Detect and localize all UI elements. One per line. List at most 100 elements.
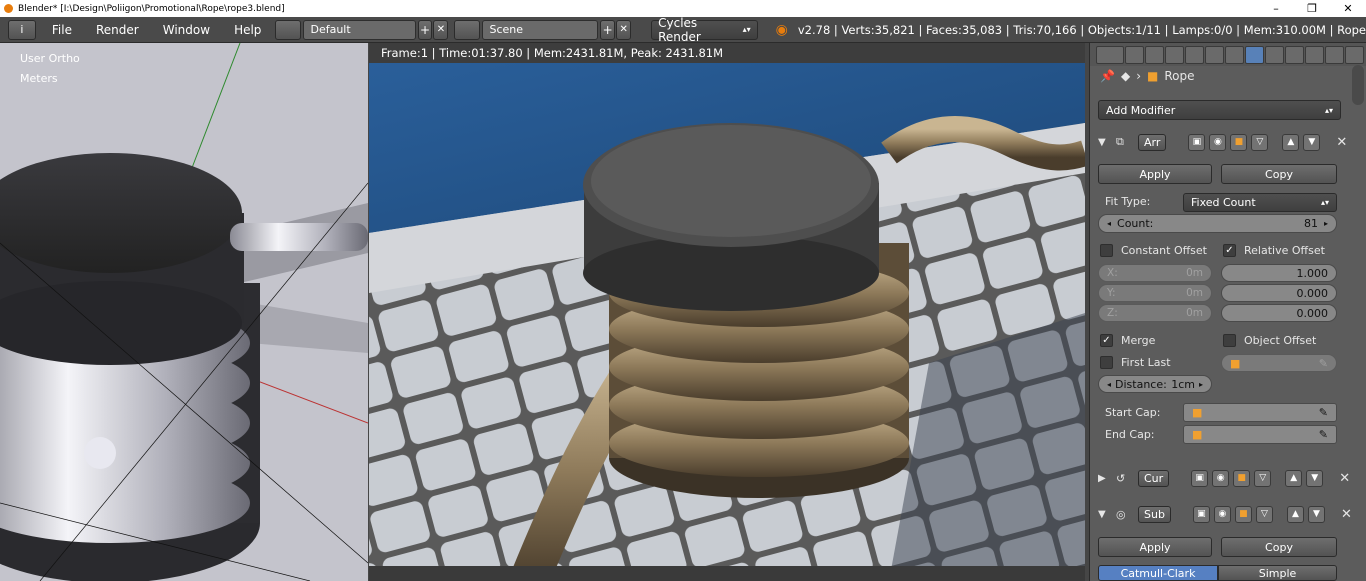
subsurf-cage-icon[interactable]: ▽ bbox=[1255, 505, 1273, 523]
subsurf-copy-button[interactable]: Copy bbox=[1221, 537, 1337, 557]
pin-icon[interactable]: 📌 bbox=[1100, 69, 1115, 83]
object-name: Rope bbox=[1164, 69, 1195, 83]
delete-layout-icon[interactable]: ✕ bbox=[433, 19, 449, 40]
editor-type-info-icon[interactable]: i bbox=[8, 19, 36, 40]
tab-modifiers-wrench-icon[interactable] bbox=[1245, 45, 1264, 64]
render-bottom-bar bbox=[369, 566, 1085, 581]
end-cap-label: End Cap: bbox=[1105, 428, 1155, 441]
array-modifier-icon: ⧉ bbox=[1116, 135, 1124, 148]
menu-render[interactable]: Render bbox=[84, 23, 151, 37]
render-info-bar: Frame:1 | Time:01:37.80 | Mem:2431.81M, … bbox=[369, 43, 1085, 63]
merge-checkbox[interactable]: ✓ Merge bbox=[1100, 334, 1155, 347]
tab-scene-icon[interactable] bbox=[1165, 45, 1184, 64]
subsurf-editmode-icon[interactable]: ■ bbox=[1234, 505, 1252, 523]
tab-data-icon[interactable] bbox=[1265, 45, 1284, 64]
collapse-subsurf-icon[interactable]: ▼ bbox=[1098, 509, 1112, 520]
array-name-field[interactable]: Arr bbox=[1138, 133, 1167, 151]
delete-scene-icon[interactable]: ✕ bbox=[616, 19, 632, 40]
constant-offset-checkbox[interactable]: Constant Offset bbox=[1100, 244, 1207, 257]
constant-offset-y-field[interactable]: Y: 0m bbox=[1098, 284, 1212, 302]
add-scene-icon[interactable]: + bbox=[600, 19, 616, 40]
subsurf-move-down-icon[interactable]: ▼ bbox=[1307, 505, 1325, 523]
tab-object-icon[interactable] bbox=[1205, 45, 1224, 64]
subsurf-name-field[interactable]: Sub bbox=[1138, 505, 1171, 523]
add-layout-icon[interactable]: + bbox=[417, 19, 433, 40]
maximize-button[interactable]: ❐ bbox=[1294, 2, 1330, 15]
tab-texture-icon[interactable] bbox=[1305, 45, 1324, 64]
close-window-button[interactable]: ✕ bbox=[1330, 2, 1366, 15]
array-editmode-icon[interactable]: ■ bbox=[1230, 133, 1248, 151]
menu-window[interactable]: Window bbox=[151, 23, 222, 37]
subsurf-apply-button[interactable]: Apply bbox=[1098, 537, 1212, 557]
subsurf-viewport-eye-icon[interactable]: ◉ bbox=[1213, 505, 1231, 523]
array-remove-icon[interactable]: ✕ bbox=[1336, 135, 1347, 150]
array-move-up-icon[interactable]: ▲ bbox=[1282, 133, 1300, 151]
window-title: Blender* [I:\Design\Poliigon\Promotional… bbox=[18, 3, 285, 14]
viewport-units-label: Meters bbox=[20, 72, 58, 85]
curve-move-down-icon[interactable]: ▼ bbox=[1306, 469, 1324, 487]
breadcrumb-arrow-icon: › bbox=[1136, 69, 1141, 83]
curve-editmode-icon[interactable]: ■ bbox=[1233, 469, 1251, 487]
end-cap-eyedropper-icon: ✎ bbox=[1318, 428, 1328, 441]
first-last-checkbox[interactable]: First Last bbox=[1100, 356, 1171, 369]
catmull-clark-toggle[interactable]: Catmull-Clark bbox=[1098, 565, 1218, 581]
curve-name-field[interactable]: Cur bbox=[1138, 469, 1170, 487]
subsurf-remove-icon[interactable]: ✕ bbox=[1341, 507, 1352, 522]
array-viewport-eye-icon[interactable]: ◉ bbox=[1209, 133, 1227, 151]
scene-icon[interactable] bbox=[454, 19, 481, 40]
constant-offset-z-field[interactable]: Z: 0m bbox=[1098, 304, 1212, 322]
tab-constraints-icon[interactable] bbox=[1225, 45, 1244, 64]
tab-particles-icon[interactable] bbox=[1325, 45, 1344, 64]
curve-render-icon[interactable]: ▣ bbox=[1191, 469, 1209, 487]
properties-scrollbar[interactable] bbox=[1352, 65, 1364, 105]
curve-remove-icon[interactable]: ✕ bbox=[1339, 471, 1350, 486]
curve-modifier-icon: ↺ bbox=[1116, 471, 1126, 485]
array-move-down-icon[interactable]: ▼ bbox=[1303, 133, 1321, 151]
relative-offset-y-field[interactable]: 0.000 bbox=[1221, 284, 1337, 302]
tab-layers-icon[interactable] bbox=[1145, 45, 1164, 64]
editor-type-properties-icon[interactable] bbox=[1096, 45, 1124, 64]
subsurf-move-up-icon[interactable]: ▲ bbox=[1286, 505, 1304, 523]
render-engine-dropdown[interactable]: Cycles Render ▴▾ bbox=[651, 16, 758, 44]
count-field[interactable]: ◂ Count: 81 ▸ bbox=[1098, 214, 1337, 233]
screen-layout-icon[interactable] bbox=[275, 19, 302, 40]
curve-viewport-eye-icon[interactable]: ◉ bbox=[1212, 469, 1230, 487]
collapse-array-icon[interactable]: ▼ bbox=[1098, 137, 1112, 148]
3d-viewport[interactable]: User Ortho Meters bbox=[0, 43, 368, 581]
merge-distance-field[interactable]: ◂ Distance: 1cm ▸ bbox=[1098, 375, 1212, 393]
menu-help[interactable]: Help bbox=[222, 23, 273, 37]
array-cage-icon[interactable]: ▽ bbox=[1251, 133, 1269, 151]
expand-curve-icon[interactable]: ▶ bbox=[1098, 473, 1112, 484]
array-copy-button[interactable]: Copy bbox=[1221, 164, 1337, 184]
tab-render-icon[interactable] bbox=[1125, 45, 1144, 64]
subsurf-render-icon[interactable]: ▣ bbox=[1192, 505, 1210, 523]
relative-offset-checkbox[interactable]: ✓ Relative Offset bbox=[1223, 244, 1325, 257]
scene-field[interactable]: Scene bbox=[482, 19, 599, 40]
simple-toggle[interactable]: Simple bbox=[1218, 565, 1337, 581]
relative-offset-z-field[interactable]: 0.000 bbox=[1221, 304, 1337, 322]
array-apply-button[interactable]: Apply bbox=[1098, 164, 1212, 184]
tab-world-icon[interactable] bbox=[1185, 45, 1204, 64]
mesh-object-icon: ■ bbox=[1147, 69, 1159, 83]
context-breadcrumb: 📌 ◆ › ■ Rope bbox=[1090, 66, 1366, 86]
start-cap-label: Start Cap: bbox=[1105, 406, 1161, 419]
minimize-button[interactable]: – bbox=[1258, 2, 1294, 15]
subsurf-modifier-header: ▼ ◎ Sub ▣ ◉ ■ ▽ ▲ ▼ ✕ bbox=[1098, 504, 1360, 524]
curve-cage-icon[interactable]: ▽ bbox=[1254, 469, 1272, 487]
array-render-icon[interactable]: ▣ bbox=[1188, 133, 1206, 151]
end-cap-field[interactable]: ■ ✎ bbox=[1183, 425, 1337, 444]
relative-offset-x-field[interactable]: 1.000 bbox=[1221, 264, 1337, 282]
constant-offset-x-field[interactable]: X: 0m bbox=[1098, 264, 1212, 282]
screen-layout-field[interactable]: Default bbox=[303, 19, 416, 40]
offset-object-field[interactable]: ■ ✎ bbox=[1221, 354, 1337, 372]
menu-file[interactable]: File bbox=[40, 23, 84, 37]
tab-physics-icon[interactable] bbox=[1345, 45, 1364, 64]
object-offset-checkbox[interactable]: Object Offset bbox=[1223, 334, 1316, 347]
render-image[interactable] bbox=[369, 63, 1085, 581]
curve-move-up-icon[interactable]: ▲ bbox=[1285, 469, 1303, 487]
tab-material-icon[interactable] bbox=[1285, 45, 1304, 64]
start-cap-field[interactable]: ■ ✎ bbox=[1183, 403, 1337, 422]
fit-type-dropdown[interactable]: Fixed Count ▴▾ bbox=[1183, 193, 1337, 212]
add-modifier-dropdown[interactable]: Add Modifier ▴▾ bbox=[1098, 100, 1341, 120]
eyedropper-icon: ✎ bbox=[1318, 356, 1328, 370]
